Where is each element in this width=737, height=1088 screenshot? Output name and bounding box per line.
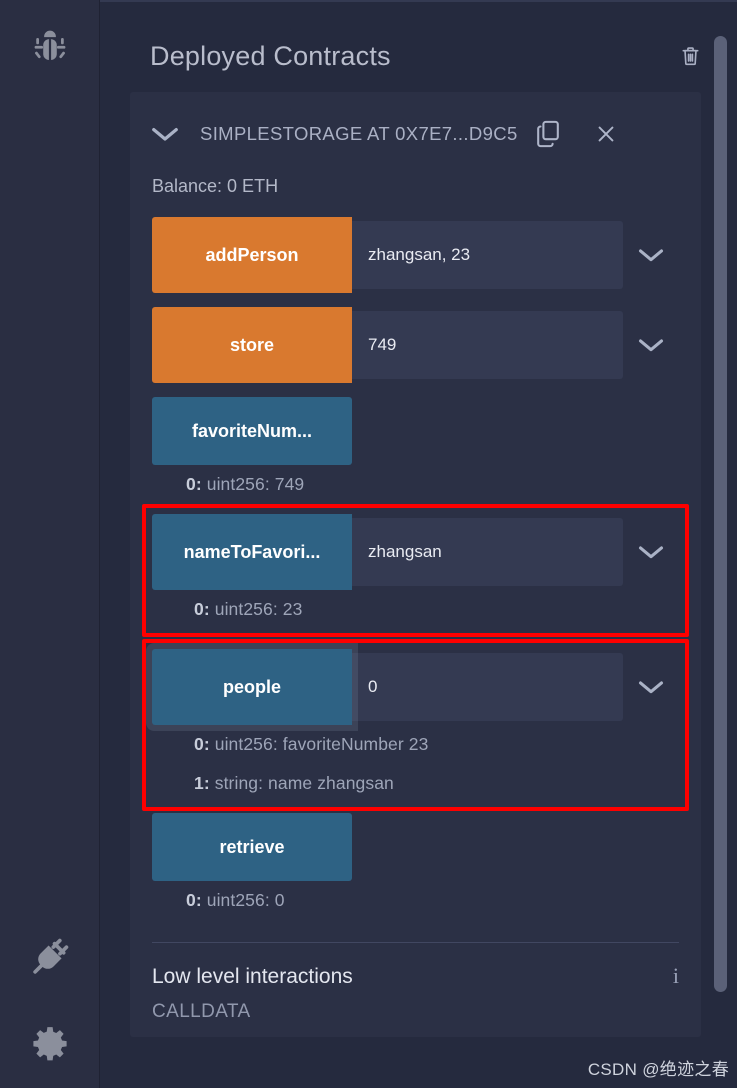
function-row-retrieve: retrieve bbox=[152, 813, 679, 881]
delete-all-trash-icon[interactable] bbox=[673, 39, 707, 73]
expand-chevron-people[interactable] bbox=[623, 649, 679, 725]
return-value-nameToFavoriteNumber: 0: uint256: 23 bbox=[152, 590, 679, 629]
function-list: addPerson store favoriteNum... bbox=[130, 217, 701, 920]
function-row-addPerson: addPerson bbox=[152, 217, 679, 293]
function-row-people: people bbox=[152, 649, 679, 725]
function-row-nameToFavoriteNumber: nameToFavori... bbox=[152, 514, 679, 590]
return-value-people-1: 1: string: name zhangsan bbox=[152, 764, 679, 803]
udapp-panel: Deployed Contracts SIMPLESTORAGE AT 0X7E… bbox=[100, 0, 737, 1088]
return-value-people-0: 0: uint256: favoriteNumber 23 bbox=[152, 725, 679, 764]
function-button-retrieve[interactable]: retrieve bbox=[152, 813, 352, 881]
function-button-nameToFavoriteNumber[interactable]: nameToFavori... bbox=[152, 514, 352, 590]
contract-balance: Balance: 0 ETH bbox=[152, 176, 279, 196]
function-button-store[interactable]: store bbox=[152, 307, 352, 383]
chevron-down-icon[interactable] bbox=[150, 124, 180, 144]
function-row-favoriteNumber: favoriteNum... bbox=[152, 397, 679, 465]
plug-icon[interactable] bbox=[0, 926, 100, 988]
return-value-retrieve: 0: uint256: 0 bbox=[152, 881, 679, 920]
function-input-addPerson[interactable] bbox=[352, 221, 623, 289]
function-button-favoriteNumber[interactable]: favoriteNum... bbox=[152, 397, 352, 465]
low-level-heading: Low level interactions bbox=[152, 965, 353, 988]
expand-chevron-nameToFavoriteNumber[interactable] bbox=[623, 514, 679, 590]
function-row-store: store bbox=[152, 307, 679, 383]
return-index: 0: bbox=[194, 599, 210, 619]
return-text: uint256: favoriteNumber 23 bbox=[214, 734, 429, 754]
function-button-people[interactable]: people bbox=[152, 649, 352, 725]
return-text: uint256: 749 bbox=[206, 474, 305, 494]
copy-icon[interactable] bbox=[530, 116, 566, 152]
low-level-interactions-section: Low level interactions i bbox=[130, 943, 701, 989]
function-input-nameToFavoriteNumber[interactable] bbox=[352, 518, 623, 586]
annotation-box-people: people 0: uint256: favoriteNumber 23 1: … bbox=[142, 639, 689, 811]
debug-bug-icon[interactable] bbox=[0, 6, 100, 92]
return-text: uint256: 0 bbox=[206, 890, 285, 910]
vertical-scrollbar[interactable] bbox=[714, 36, 727, 992]
close-icon[interactable] bbox=[588, 116, 624, 152]
contract-card-header[interactable]: SIMPLESTORAGE AT 0X7E7...D9C5 bbox=[130, 92, 701, 176]
return-index: 1: bbox=[194, 773, 210, 793]
function-input-store[interactable] bbox=[352, 311, 623, 379]
return-value-favoriteNumber: 0: uint256: 749 bbox=[152, 465, 679, 504]
watermark: CSDN @绝迹之春 bbox=[587, 1060, 729, 1079]
return-text: string: name zhangsan bbox=[214, 773, 394, 793]
remix-udapp-screen: Deployed Contracts SIMPLESTORAGE AT 0X7E… bbox=[0, 0, 737, 1088]
gear-icon[interactable] bbox=[0, 1014, 100, 1076]
return-index: 0: bbox=[194, 734, 210, 754]
panel-header: Deployed Contracts bbox=[100, 2, 737, 84]
contract-title: SIMPLESTORAGE AT 0X7E7...D9C5 bbox=[200, 123, 518, 144]
calldata-label: CALLDATA bbox=[152, 1001, 251, 1022]
return-text: uint256: 23 bbox=[214, 599, 303, 619]
function-button-addPerson[interactable]: addPerson bbox=[152, 217, 352, 293]
page-title: Deployed Contracts bbox=[150, 40, 391, 71]
info-icon[interactable]: i bbox=[673, 965, 679, 987]
return-index: 0: bbox=[186, 474, 202, 494]
deployed-contract-card: SIMPLESTORAGE AT 0X7E7...D9C5 Balance: 0… bbox=[130, 92, 701, 1037]
function-input-people[interactable] bbox=[352, 653, 623, 721]
annotation-box-nameToFavoriteNumber: nameToFavori... 0: uint256: 23 bbox=[142, 504, 689, 637]
expand-chevron-addPerson[interactable] bbox=[623, 217, 679, 293]
icon-rail bbox=[0, 0, 100, 1088]
expand-chevron-store[interactable] bbox=[623, 307, 679, 383]
return-index: 0: bbox=[186, 890, 202, 910]
